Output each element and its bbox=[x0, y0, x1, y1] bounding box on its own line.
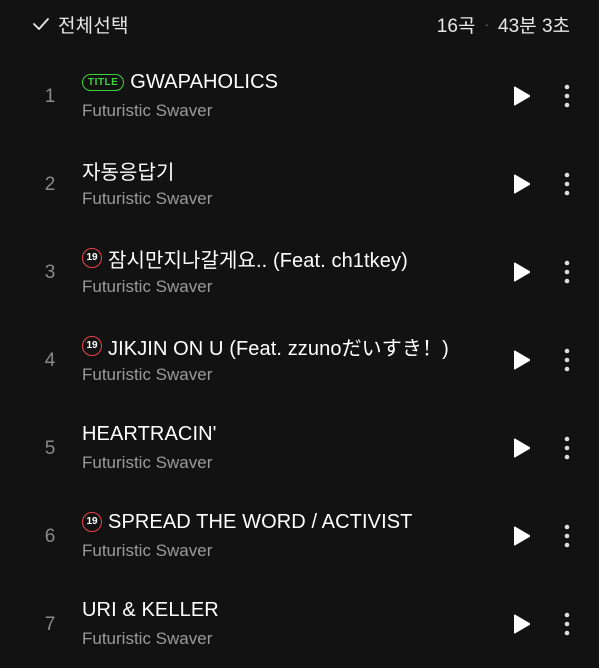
track-artist[interactable]: Futuristic Swaver bbox=[82, 541, 212, 561]
more-vertical-icon[interactable] bbox=[556, 523, 578, 549]
track-title: GWAPAHOLICS bbox=[130, 70, 279, 93]
track-number: 6 bbox=[44, 526, 56, 547]
track-row[interactable]: 7 URI & KELLER Futuristic Swaver bbox=[0, 580, 599, 668]
select-all-button[interactable]: 전체선택 bbox=[32, 10, 129, 38]
track-title: URI & KELLER bbox=[82, 598, 219, 621]
tracklist-screen: 전체선택 16곡 · 43분 3초 1 TITLE GWAPAHOLICS Fu… bbox=[0, 0, 599, 668]
age-restricted-badge: 19 bbox=[82, 336, 102, 356]
track-title-row: 19 JIKJIN ON U (Feat. zzunoだいすき！) bbox=[82, 332, 449, 360]
more-vertical-icon[interactable] bbox=[556, 347, 578, 373]
track-list: 1 TITLE GWAPAHOLICS Futuristic Swaver 2 … bbox=[0, 52, 599, 668]
track-title: SPREAD THE WORD / ACTIVIST bbox=[108, 510, 413, 533]
track-artist[interactable]: Futuristic Swaver bbox=[82, 365, 212, 385]
tracklist-header: 전체선택 16곡 · 43분 3초 bbox=[0, 0, 599, 50]
track-title-row: HEARTRACIN' bbox=[82, 420, 217, 448]
track-row[interactable]: 1 TITLE GWAPAHOLICS Futuristic Swaver bbox=[0, 52, 599, 140]
play-icon[interactable] bbox=[510, 85, 532, 107]
track-count: 16곡 bbox=[436, 15, 476, 37]
track-row[interactable]: 4 19 JIKJIN ON U (Feat. zzunoだいすき！) Futu… bbox=[0, 316, 599, 404]
track-title: 자동응답기 bbox=[82, 161, 175, 184]
track-title-row: 자동응답기 bbox=[82, 156, 175, 184]
track-row[interactable]: 5 HEARTRACIN' Futuristic Swaver bbox=[0, 404, 599, 492]
track-title-row: 19 SPREAD THE WORD / ACTIVIST bbox=[82, 508, 413, 536]
track-number: 5 bbox=[44, 438, 56, 459]
track-row[interactable]: 2 자동응답기 Futuristic Swaver bbox=[0, 140, 599, 228]
track-title: HEARTRACIN' bbox=[82, 422, 217, 445]
play-icon[interactable] bbox=[510, 613, 532, 635]
age-restricted-badge: 19 bbox=[82, 512, 102, 532]
track-title-row: TITLE GWAPAHOLICS bbox=[82, 68, 278, 96]
play-icon[interactable] bbox=[510, 261, 532, 283]
play-icon[interactable] bbox=[510, 525, 532, 547]
total-duration: 43분 3초 bbox=[498, 15, 570, 37]
summary-separator: · bbox=[484, 16, 490, 32]
track-row[interactable]: 6 19 SPREAD THE WORD / ACTIVIST Futurist… bbox=[0, 492, 599, 580]
play-icon[interactable] bbox=[510, 437, 532, 459]
track-artist[interactable]: Futuristic Swaver bbox=[82, 453, 212, 473]
track-number: 1 bbox=[44, 86, 56, 107]
select-all-label: 전체선택 bbox=[58, 15, 129, 37]
track-number: 7 bbox=[44, 614, 56, 635]
track-artist[interactable]: Futuristic Swaver bbox=[82, 189, 212, 209]
track-row[interactable]: 3 19 잠시만지나갈게요.. (Feat. ch1tkey) Futurist… bbox=[0, 228, 599, 316]
more-vertical-icon[interactable] bbox=[556, 259, 578, 285]
track-artist[interactable]: Futuristic Swaver bbox=[82, 629, 212, 649]
track-artist[interactable]: Futuristic Swaver bbox=[82, 101, 212, 121]
track-artist[interactable]: Futuristic Swaver bbox=[82, 277, 212, 297]
more-vertical-icon[interactable] bbox=[556, 171, 578, 197]
title-track-badge: TITLE bbox=[82, 73, 125, 91]
track-title: JIKJIN ON U (Feat. zzunoだいすき！) bbox=[108, 337, 449, 360]
check-icon bbox=[33, 18, 49, 30]
more-vertical-icon[interactable] bbox=[556, 83, 578, 109]
more-vertical-icon[interactable] bbox=[556, 611, 578, 637]
tracklist-summary: 16곡 · 43분 3초 bbox=[437, 10, 570, 38]
play-icon[interactable] bbox=[510, 173, 532, 195]
track-title: 잠시만지나갈게요.. (Feat. ch1tkey) bbox=[108, 249, 408, 272]
age-restricted-badge: 19 bbox=[82, 248, 102, 268]
track-title-row: URI & KELLER bbox=[82, 596, 219, 624]
track-number: 3 bbox=[44, 262, 56, 283]
track-number: 4 bbox=[44, 350, 56, 371]
play-icon[interactable] bbox=[510, 349, 532, 371]
track-title-row: 19 잠시만지나갈게요.. (Feat. ch1tkey) bbox=[82, 244, 408, 272]
track-number: 2 bbox=[44, 174, 56, 195]
more-vertical-icon[interactable] bbox=[556, 435, 578, 461]
